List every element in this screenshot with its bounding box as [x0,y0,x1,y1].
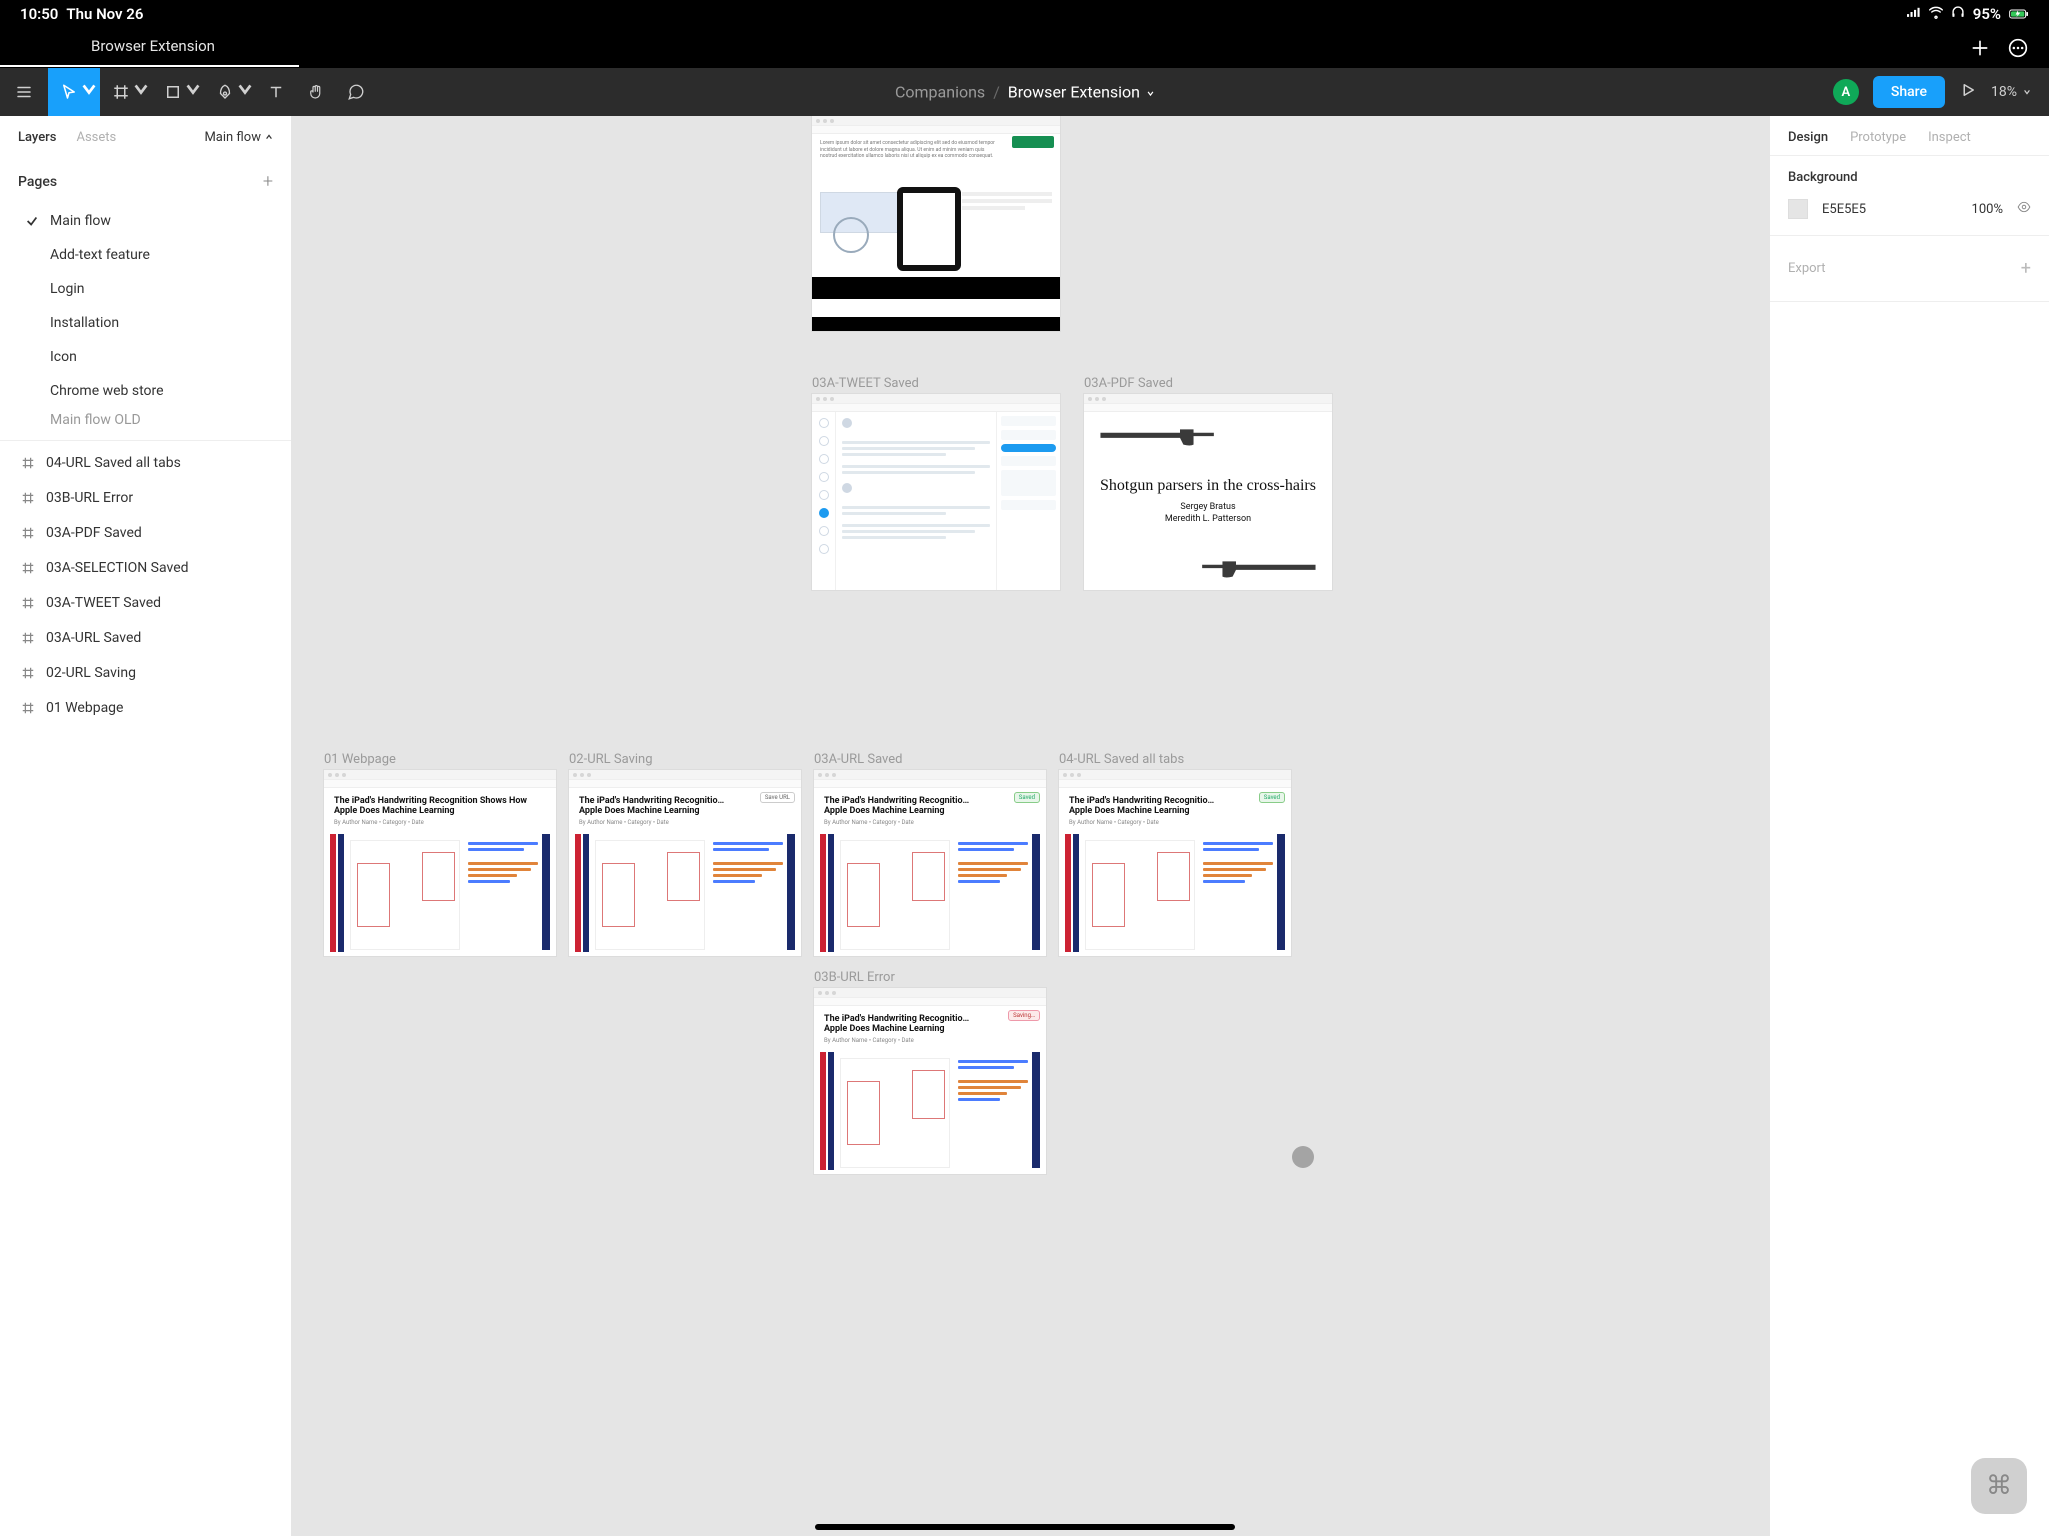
more-menu-button[interactable] [1999,29,2037,67]
move-tool[interactable] [48,68,100,116]
background-hex[interactable]: E5E5E5 [1822,202,1866,217]
tab-assets[interactable]: Assets [76,130,116,145]
avatar[interactable]: A [1833,79,1859,105]
chevron-down-icon [236,80,254,102]
background-header: Background [1770,156,2049,191]
status-date: Thu Nov 26 [66,5,143,23]
ipad-status-bar: 10:50 Thu Nov 26 95% [0,0,2049,28]
keyboard-shortcut-button[interactable]: ⌘ [1971,1458,2027,1514]
home-indicator [815,1524,1235,1530]
breadcrumb-project[interactable]: Companions [895,83,985,102]
frame-01-webpage[interactable]: The iPad's Handwriting Recognition Shows… [324,770,556,956]
frame-02-saving[interactable]: Save URL The iPad's Handwriting Recognit… [569,770,801,956]
wifi-icon [1929,5,1943,23]
frame-icon [18,526,38,540]
tab-prototype[interactable]: Prototype [1850,130,1906,145]
tab-layers[interactable]: Layers [18,130,56,145]
page-list: Main flow Add-text feature Login Install… [0,200,291,440]
frame-icon [18,456,38,470]
chevron-down-icon [132,80,150,102]
chevron-down-icon [184,80,202,102]
frame-03b-urlerror[interactable]: Saving… The iPad's Handwriting Recogniti… [814,988,1046,1174]
frame-icon [18,491,38,505]
battery-icon [2009,4,2029,24]
layer-list: 04-URL Saved all tabs 03B-URL Error 03A-… [0,441,291,729]
chevron-up-icon [265,130,273,145]
visibility-toggle[interactable] [2017,200,2031,218]
page-item[interactable]: Installation [0,306,291,340]
tab-inspect[interactable]: Inspect [1928,130,1971,145]
page-item[interactable]: Main flow OLD [0,408,291,432]
add-page-button[interactable]: + [263,171,273,192]
frame-icon [18,666,38,680]
main-menu-button[interactable] [0,68,48,116]
frame-icon [18,596,38,610]
frame-04-alltabs[interactable]: Saved The iPad's Handwriting Recognitio…… [1059,770,1291,956]
pages-header: Pages [18,174,57,190]
page-flow-selector[interactable]: Main flow [204,130,273,145]
layer-item[interactable]: 04-URL Saved all tabs [0,445,291,480]
present-button[interactable] [1959,81,1977,103]
page-item[interactable]: Chrome web store [0,374,291,408]
app-tab-bar: Browser Extension [0,28,2049,68]
hand-tool[interactable] [296,68,336,116]
cellular-icon [1907,5,1921,23]
breadcrumb[interactable]: Companions / Browser Extension [895,83,1154,102]
frame-label: 03A-PDF Saved [1084,376,1173,391]
text-tool[interactable] [256,68,296,116]
check-icon [18,214,46,228]
frame-icon [18,561,38,575]
page-item[interactable]: Add-text feature [0,238,291,272]
layer-item[interactable]: 03A-PDF Saved [0,515,291,550]
frame-icon [18,701,38,715]
chevron-down-icon [80,80,98,102]
figma-toolbar: Companions / Browser Extension A Share 1… [0,68,2049,116]
tab-design[interactable]: Design [1788,130,1828,145]
layer-item[interactable]: 01 Webpage [0,690,291,725]
zoom-control[interactable]: 18% [1991,84,2031,100]
new-tab-button[interactable] [1961,29,1999,67]
status-time: 10:50 [20,5,58,23]
right-panel: Design Prototype Inspect Background E5E5… [1769,116,2049,1536]
pen-tool[interactable] [204,68,256,116]
layer-item[interactable]: 02-URL Saving [0,655,291,690]
chevron-down-icon [2023,84,2031,100]
headphones-icon [1951,5,1965,23]
frame-label: 02-URL Saving [569,752,653,767]
frame-label: 03B-URL Error [814,970,895,985]
frame-label: 03A-TWEET Saved [812,376,919,391]
page-item[interactable]: Icon [0,340,291,374]
layer-item[interactable]: 03A-URL Saved [0,620,291,655]
export-header[interactable]: Export [1788,261,1826,276]
layer-item[interactable]: 03B-URL Error [0,480,291,515]
background-swatch[interactable] [1788,199,1808,219]
frame-label: 03A-URL Saved [814,752,903,767]
touch-cursor [1292,1146,1314,1168]
pdf-title: Shotgun parsers in the cross-hairs [1100,476,1316,496]
frame-03a-urlsaved[interactable]: Saved The iPad's Handwriting Recognitio…… [814,770,1046,956]
comment-tool[interactable] [336,68,376,116]
frame-label: 04-URL Saved all tabs [1059,752,1184,767]
layer-item[interactable]: 03A-SELECTION Saved [0,550,291,585]
frame-tool[interactable] [100,68,152,116]
page-item[interactable]: Login [0,272,291,306]
share-button[interactable]: Share [1873,76,1945,108]
frame-icon [18,631,38,645]
chevron-down-icon [1146,83,1154,102]
breadcrumb-file[interactable]: Browser Extension [1008,83,1154,102]
frame-label: 01 Webpage [324,752,396,767]
app-tab-browser-extension[interactable]: Browser Extension [87,29,219,67]
frame-03a-pdf[interactable]: Shotgun parsers in the cross-hairs Serge… [1084,394,1332,590]
frame-03a-selection[interactable]: Lorem ipsum dolor sit amet consectetur a… [812,116,1060,331]
left-panel: Layers Assets Main flow Pages + Main flo… [0,116,292,1536]
background-opacity[interactable]: 100% [1972,202,2003,217]
canvas[interactable]: Lorem ipsum dolor sit amet consectetur a… [292,116,1769,1536]
layer-item[interactable]: 03A-TWEET Saved [0,585,291,620]
frame-03a-tweet[interactable] [812,394,1060,590]
add-export-button[interactable]: + [2021,258,2031,279]
shape-tool[interactable] [152,68,204,116]
page-item[interactable]: Main flow [0,204,291,238]
status-battery-pct: 95% [1973,5,2001,23]
